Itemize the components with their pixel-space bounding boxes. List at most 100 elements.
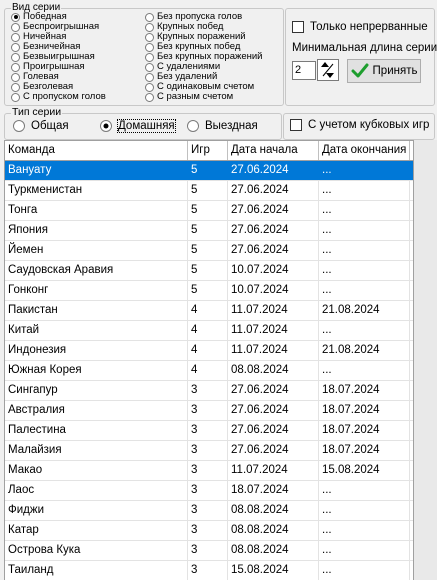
radio-button[interactable] (11, 72, 20, 82)
radio-button[interactable] (11, 32, 20, 42)
column-header-start-date[interactable]: Дата начала (228, 141, 319, 160)
cell-start-date: 11.07.2024 (228, 301, 319, 320)
table-row[interactable]: Палестина 3 27.06.2024 18.07.2024 (5, 421, 413, 441)
radio-button[interactable] (11, 42, 20, 52)
table-row[interactable]: Китай 4 11.07.2024... (5, 321, 413, 341)
cell-games: 5 (188, 221, 228, 240)
table-row[interactable]: Индонезия 4 11.07.2024 21.08.2024 (5, 341, 413, 361)
min-length-input[interactable]: 2 (292, 61, 316, 80)
radio-button[interactable] (145, 32, 154, 42)
table-row[interactable]: Вануату 5 27.06.2024... (5, 161, 413, 181)
table-row[interactable]: Южная Корея 4 08.08.2024... (5, 361, 413, 381)
cell-games: 5 (188, 261, 228, 280)
only-continuous-label: Только непрерванные (310, 21, 428, 33)
table-row[interactable]: Тонга 5 27.06.2024... (5, 201, 413, 221)
spin-updown-icon[interactable] (317, 59, 339, 81)
column-header-games[interactable]: Игр (188, 141, 228, 160)
cell-end-date: ... (319, 241, 410, 260)
table-row[interactable]: Туркменистан 5 27.06.2024... (5, 181, 413, 201)
table-row[interactable]: Австралия 3 27.06.2024 18.07.2024 (5, 401, 413, 421)
cell-team: Южная Корея (5, 361, 188, 380)
cell-end-date: ... (319, 521, 410, 540)
cell-start-date: 27.06.2024 (228, 221, 319, 240)
series-table: Команда Игр Дата начала Дата окончания В… (4, 140, 414, 580)
cell-team: Таиланд (5, 561, 188, 580)
cell-team: Пакистан (5, 301, 188, 320)
cup-games-checkbox[interactable]: С учетом кубковых игр (290, 119, 429, 131)
radio-button[interactable] (145, 12, 154, 22)
cell-start-date: 27.06.2024 (228, 181, 319, 200)
series-kind-option[interactable]: С пропуском голов (11, 92, 106, 102)
series-type-option[interactable]: Домашняя (100, 119, 176, 133)
cell-start-date: 27.06.2024 (228, 381, 319, 400)
cell-end-date: ... (319, 181, 410, 200)
cell-start-date: 11.07.2024 (228, 321, 319, 340)
radio-button[interactable] (11, 22, 20, 32)
table-row[interactable]: Фиджи 3 08.08.2024... (5, 501, 413, 521)
cell-games: 3 (188, 381, 228, 400)
radio-button[interactable] (11, 52, 20, 62)
table-row[interactable]: Острова Кука 3 08.08.2024... (5, 541, 413, 561)
accept-button[interactable]: Принять (347, 59, 421, 83)
cell-start-date: 10.07.2024 (228, 261, 319, 280)
table-row[interactable]: Йемен 5 27.06.2024... (5, 241, 413, 261)
cell-end-date: 21.08.2024 (319, 341, 410, 360)
cell-games: 3 (188, 521, 228, 540)
cell-start-date: 15.08.2024 (228, 561, 319, 580)
column-header-team[interactable]: Команда (5, 141, 188, 160)
table-row[interactable]: Япония 5 27.06.2024... (5, 221, 413, 241)
radio-button[interactable] (187, 120, 199, 132)
series-type-legend: Тип серии (11, 106, 63, 118)
table-row[interactable]: Пакистан 4 11.07.2024 21.08.2024 (5, 301, 413, 321)
table-row[interactable]: Лаос 3 18.07.2024... (5, 481, 413, 501)
radio-button[interactable] (145, 22, 154, 32)
series-kind-option-label: С разным счетом (157, 91, 234, 102)
radio-button[interactable] (145, 82, 154, 92)
cell-start-date: 27.06.2024 (228, 201, 319, 220)
accept-label: Принять (372, 65, 418, 77)
radio-button[interactable] (11, 62, 20, 72)
table-row[interactable]: Катар 3 08.08.2024... (5, 521, 413, 541)
cell-games: 3 (188, 561, 228, 580)
table-row[interactable]: Сингапур 3 27.06.2024 18.07.2024 (5, 381, 413, 401)
radio-button[interactable] (100, 120, 112, 132)
column-header-end-date[interactable]: Дата окончания (319, 141, 410, 160)
cell-team: Сингапур (5, 381, 188, 400)
series-kind-option[interactable]: С разным счетом (145, 92, 233, 102)
cell-games: 4 (188, 321, 228, 340)
checkbox-box[interactable] (290, 119, 302, 131)
radio-button[interactable] (145, 92, 154, 102)
table-row[interactable]: Малайзия 3 27.06.2024 18.07.2024 (5, 441, 413, 461)
radio-button[interactable] (11, 82, 20, 92)
cell-games: 3 (188, 541, 228, 560)
series-type-option[interactable]: Общая (13, 120, 69, 132)
vertical-scrollbar[interactable] (414, 140, 437, 580)
only-continuous-checkbox[interactable]: Только непрерванные (292, 21, 428, 33)
radio-button[interactable] (145, 42, 154, 52)
radio-button[interactable] (13, 120, 25, 132)
cell-start-date: 10.07.2024 (228, 281, 319, 300)
cell-end-date: 18.07.2024 (319, 421, 410, 440)
cell-games: 3 (188, 481, 228, 500)
cell-team: Вануату (5, 161, 188, 180)
cell-end-date: ... (319, 481, 410, 500)
radio-button[interactable] (145, 62, 154, 72)
cell-team: Катар (5, 521, 188, 540)
checkbox-box[interactable] (292, 21, 304, 33)
radio-button[interactable] (145, 72, 154, 82)
cell-start-date: 27.06.2024 (228, 421, 319, 440)
radio-button[interactable] (11, 12, 20, 22)
series-type-option-label: Общая (31, 120, 69, 132)
table-row[interactable]: Таиланд 3 15.08.2024... (5, 561, 413, 580)
table-row[interactable]: Макао 3 11.07.2024 15.08.2024 (5, 461, 413, 481)
check-icon (351, 63, 369, 78)
series-type-option[interactable]: Выездная (187, 120, 258, 132)
table-row[interactable]: Саудовская Аравия 5 10.07.2024... (5, 261, 413, 281)
table-row[interactable]: Гонконг 5 10.07.2024... (5, 281, 413, 301)
radio-button[interactable] (145, 52, 154, 62)
radio-button[interactable] (11, 92, 20, 102)
cell-start-date: 08.08.2024 (228, 361, 319, 380)
cell-team: Йемен (5, 241, 188, 260)
series-kind-group: Вид серии Победная Беспроигрышная Ничейная… (4, 2, 284, 106)
cell-start-date: 08.08.2024 (228, 501, 319, 520)
